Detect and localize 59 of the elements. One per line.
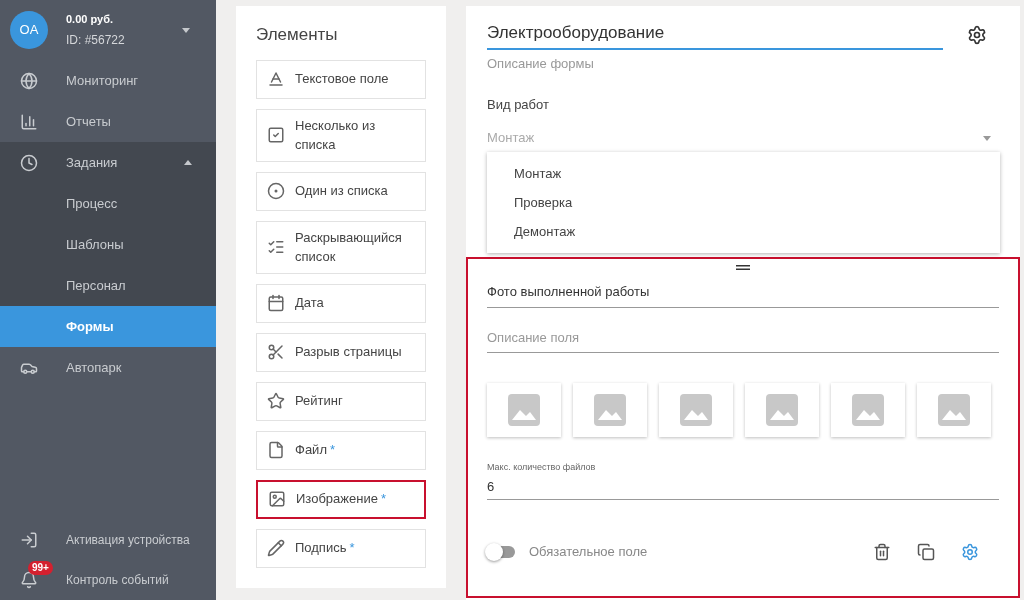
image-placeholder-icon <box>766 394 798 426</box>
required-toggle[interactable] <box>487 545 515 558</box>
toggle-label: Обязательное поле <box>529 543 649 561</box>
text-icon <box>267 70 285 88</box>
file-icon <box>267 441 285 459</box>
field-label: Вид работ <box>487 95 550 114</box>
image-placeholder-icon <box>594 394 626 426</box>
element-item[interactable]: Один из списка <box>256 171 426 211</box>
image-icon <box>268 490 286 508</box>
element-item[interactable]: Раскрывающийся список <box>256 220 426 274</box>
element-item[interactable]: Дата <box>256 283 426 323</box>
element-item[interactable]: Файл * <box>256 430 426 470</box>
field-name-field[interactable]: Фото выполненной работы <box>487 282 999 308</box>
field-description-field[interactable]: Описание поля <box>487 327 999 353</box>
dropdown-option[interactable]: Демонтаж <box>487 217 1000 246</box>
caret-icon[interactable] <box>184 160 192 165</box>
image-placeholder-icon <box>938 394 970 426</box>
nav-item[interactable]: Активация устройства <box>0 520 216 560</box>
nav-item[interactable]: Автопарк <box>0 347 216 388</box>
nav-subitem[interactable]: Процесс <box>0 183 216 224</box>
copy-icon[interactable] <box>917 542 935 561</box>
nav-item[interactable]: Мониторинг <box>0 60 216 101</box>
drag-handle-icon[interactable] <box>736 265 750 270</box>
nav-subitem[interactable]: Шаблоны <box>0 224 216 265</box>
element-item[interactable]: Текстовое поле <box>256 59 426 99</box>
field-label: Макс. количество файлов <box>487 461 597 474</box>
element-item[interactable]: Подпись * <box>256 528 426 568</box>
chart-icon <box>20 112 38 131</box>
dropdown-option[interactable]: Проверка <box>487 188 1000 217</box>
globe-icon <box>20 71 38 90</box>
nav-item[interactable]: 99+ Контроль событий <box>0 560 216 600</box>
form-description-field[interactable]: Описание формы <box>487 53 957 73</box>
bell-icon <box>20 571 38 589</box>
element-item[interactable]: Несколько из списка <box>256 108 426 162</box>
form-title-field[interactable]: Электрооборудование <box>487 20 943 50</box>
caret-icon <box>983 135 991 141</box>
date-icon <box>267 294 285 312</box>
account-id: ID: #56722 <box>66 32 126 50</box>
nav-item[interactable]: Задания <box>0 142 216 183</box>
settings-icon[interactable] <box>967 24 987 45</box>
notification-badge: 99+ <box>28 561 53 575</box>
nav-item[interactable]: Отчеты <box>0 101 216 142</box>
image-placeholder-icon <box>852 394 884 426</box>
caret-icon[interactable] <box>182 27 190 33</box>
nav-subitem[interactable]: Персонал <box>0 265 216 306</box>
max-files-field[interactable]: 6 <box>487 476 999 500</box>
element-item[interactable]: Разрыв страницы <box>256 332 426 372</box>
element-item[interactable]: Изображение * <box>256 479 426 519</box>
radio-icon <box>267 182 285 200</box>
checkbox-icon <box>267 126 285 144</box>
image-placeholder-icon <box>508 394 540 426</box>
balance: 0.00 руб. <box>66 11 114 27</box>
element-item[interactable]: Рейтинг <box>256 381 426 421</box>
delete-icon[interactable] <box>873 542 891 561</box>
panel-title: Элементы <box>256 24 339 46</box>
device-icon <box>20 531 38 549</box>
image-placeholder-icon <box>680 394 712 426</box>
dropdown-option[interactable]: Монтаж <box>487 159 1000 188</box>
clock-icon <box>20 153 38 172</box>
